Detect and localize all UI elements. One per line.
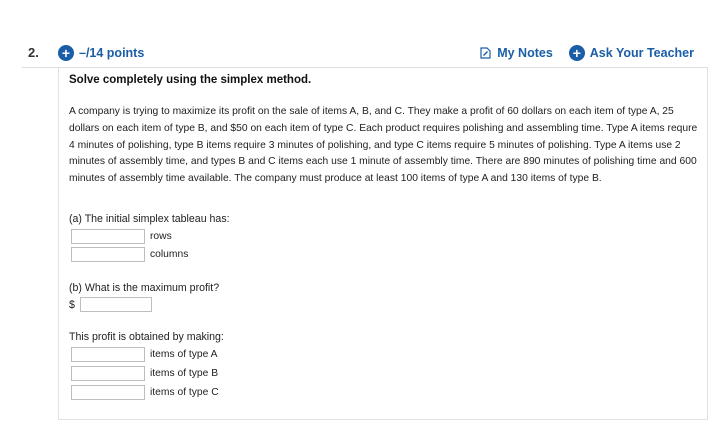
notes-icon (480, 46, 491, 59)
type-c-input[interactable] (71, 385, 145, 400)
rows-answer-row: rows (71, 229, 172, 244)
type-c-label: items of type C (150, 387, 219, 398)
type-c-answer-row: items of type C (71, 385, 219, 400)
rows-label: rows (150, 231, 172, 242)
part-b-prompt: (b) What is the maximum profit? (69, 282, 220, 294)
columns-input[interactable] (71, 247, 145, 262)
plus-circle-icon: + (568, 44, 585, 61)
header-actions: My Notes + Ask Your Teacher (480, 44, 694, 61)
ask-your-teacher-button[interactable]: + Ask Your Teacher (568, 44, 694, 61)
type-b-label: items of type B (150, 368, 219, 379)
question-header: 2. + –/14 points My Notes + Ask Your Tea… (22, 38, 708, 68)
max-profit-input[interactable] (79, 297, 152, 312)
instruction-text: Solve completely using the simplex metho… (69, 74, 312, 86)
obtained-prompt: This profit is obtained by making: (69, 331, 224, 343)
question-body: Solve completely using the simplex metho… (58, 68, 708, 420)
my-notes-button[interactable]: My Notes (480, 46, 553, 60)
ask-teacher-label: Ask Your Teacher (589, 45, 694, 60)
part-a-prompt: (a) The initial simplex tableau has: (69, 213, 230, 225)
currency-symbol: $ (69, 298, 75, 311)
type-b-input[interactable] (71, 366, 145, 381)
type-a-input[interactable] (71, 347, 145, 362)
profit-answer-row: $ (69, 297, 152, 312)
points-link[interactable]: –/14 points (79, 46, 144, 60)
type-a-answer-row: items of type A (71, 347, 218, 362)
problem-statement: A company is trying to maximize its prof… (69, 106, 698, 185)
type-a-label: items of type A (150, 349, 218, 360)
my-notes-label: My Notes (497, 45, 553, 60)
columns-answer-row: columns (71, 247, 188, 262)
type-b-answer-row: items of type B (71, 366, 218, 381)
expand-points-icon[interactable]: + (58, 44, 74, 61)
rows-input[interactable] (71, 229, 145, 244)
columns-label: columns (150, 249, 189, 260)
question-number: 2. (28, 45, 39, 60)
